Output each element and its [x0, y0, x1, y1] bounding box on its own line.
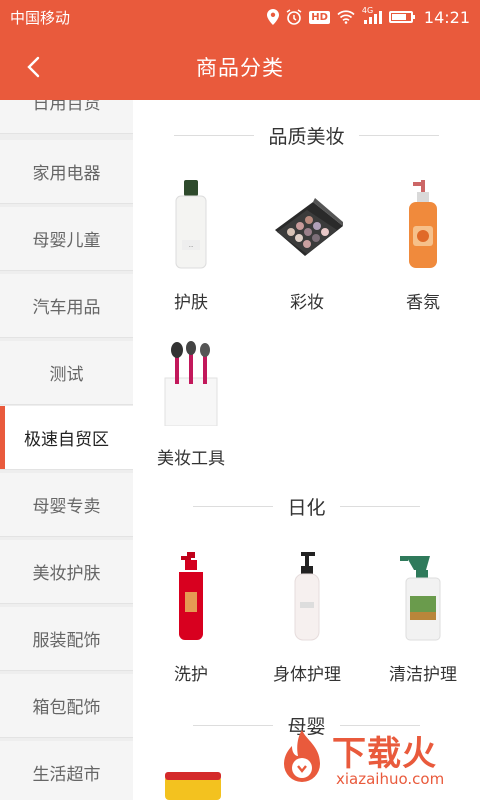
- watermark: 下载火 xiazaihuo.com: [274, 724, 474, 796]
- back-button[interactable]: [18, 52, 48, 82]
- shampoo-bottle-icon: [151, 552, 231, 642]
- eyeshadow-palette-icon: [267, 180, 347, 270]
- sidebar-item-auto-supplies[interactable]: 汽车用品: [0, 274, 133, 338]
- app-header: 商品分类: [0, 34, 480, 100]
- battery-icon: [388, 11, 415, 23]
- section-header-beauty: 品质美妆: [133, 120, 480, 150]
- sidebar-item-label: 母婴儿童: [32, 231, 101, 251]
- sidebar-item-free-trade-zone[interactable]: 极速自贸区: [0, 406, 133, 470]
- product-category-skincare[interactable]: ··· 护肤: [133, 180, 249, 313]
- sidebar-item-apparel[interactable]: 服装配饰: [0, 607, 133, 671]
- product-label: 护肤: [174, 293, 208, 313]
- category-sidebar: 日用百货 家用电器 母婴儿童 汽车用品 测试 极速自贸区 母婴专卖 美妆护肤 服…: [0, 100, 133, 800]
- spray-cleaner-icon: [383, 552, 463, 642]
- section-title: 日化: [287, 496, 326, 519]
- lotion-bottle-icon: ···: [151, 180, 231, 270]
- sidebar-item-label: 服装配饰: [32, 631, 101, 651]
- location-icon: [267, 9, 280, 25]
- svg-text:···: ···: [189, 244, 194, 250]
- milk-powder-can-icon: [163, 772, 223, 800]
- sidebar-item-baby-store[interactable]: 母婴专卖: [0, 473, 133, 537]
- product-label: 美妆工具: [157, 449, 225, 469]
- sidebar-item-test[interactable]: 测试: [0, 341, 133, 405]
- sidebar-item-bags[interactable]: 箱包配饰: [0, 674, 133, 738]
- divider: [358, 134, 439, 136]
- sidebar-item-mother-baby-kids[interactable]: 母婴儿童: [0, 207, 133, 271]
- network-type: 4G: [361, 6, 374, 15]
- sidebar-item-label: 极速自贸区: [24, 430, 109, 450]
- page-title: 商品分类: [196, 56, 284, 80]
- chevron-left-icon: [27, 56, 40, 78]
- product-category-fragrance[interactable]: 香氛: [365, 180, 480, 313]
- status-bar: 中国移动 HD 4G 14:21: [0, 0, 480, 34]
- divider: [193, 724, 274, 726]
- hd-badge: HD: [309, 10, 330, 24]
- product-category-makeup-tools[interactable]: 美妆工具: [133, 336, 249, 469]
- clock: 14:21: [423, 7, 470, 27]
- section-title: 品质美妆: [268, 125, 345, 148]
- product-category-body-care[interactable]: 身体护理: [249, 552, 365, 685]
- sidebar-item-supermarket[interactable]: 生活超市: [0, 741, 133, 800]
- product-category-makeup[interactable]: 彩妆: [249, 180, 365, 313]
- divider: [339, 505, 420, 507]
- cell-signal-icon: 4G: [362, 6, 382, 24]
- divider: [193, 505, 274, 507]
- section-header-household: 日化: [133, 491, 480, 521]
- product-label: 香氛: [406, 293, 440, 313]
- sidebar-item-label: 汽车用品: [32, 298, 101, 318]
- alarm-icon: [286, 9, 302, 25]
- sidebar-item-beauty-skincare[interactable]: 美妆护肤: [0, 540, 133, 604]
- status-icons: HD 4G 14:21: [267, 6, 470, 27]
- product-category-hair-care[interactable]: 洗护: [133, 552, 249, 685]
- watermark-brand: 下载火: [332, 734, 437, 774]
- divider: [174, 134, 255, 136]
- product-label: 彩妆: [290, 293, 324, 313]
- product-label: 洗护: [174, 665, 208, 685]
- sidebar-item-home-appliances[interactable]: 家用电器: [0, 140, 133, 204]
- sidebar-item-label: 测试: [49, 365, 84, 385]
- watermark-domain: xiazaihuo.com: [336, 770, 445, 788]
- carrier-name: 中国移动: [10, 8, 71, 27]
- product-label: 身体护理: [273, 665, 341, 685]
- body-lotion-bottle-icon: [267, 552, 347, 642]
- fragrance-pump-bottle-icon: [383, 180, 463, 270]
- sidebar-item-label: 生活超市: [32, 765, 101, 785]
- flame-logo-icon: [284, 730, 320, 782]
- sidebar-item-daily-goods[interactable]: 日用百货: [0, 100, 133, 134]
- sidebar-item-label: 箱包配饰: [32, 698, 101, 718]
- product-label: 清洁护理: [389, 665, 457, 685]
- product-category-cleaning[interactable]: 清洁护理: [365, 552, 480, 685]
- sidebar-item-label: 美妆护肤: [32, 564, 101, 584]
- sidebar-item-label: 家用电器: [32, 164, 101, 184]
- sidebar-item-label: 日用百货: [32, 100, 101, 114]
- wifi-icon: [337, 10, 355, 24]
- makeup-brushes-icon: [151, 336, 231, 426]
- sidebar-item-label: 母婴专卖: [32, 497, 101, 517]
- category-content: 品质美妆 ··· 护肤 彩妆 香氛 美妆工具 日化 洗护 身体护理 清洁护理 母…: [133, 100, 480, 800]
